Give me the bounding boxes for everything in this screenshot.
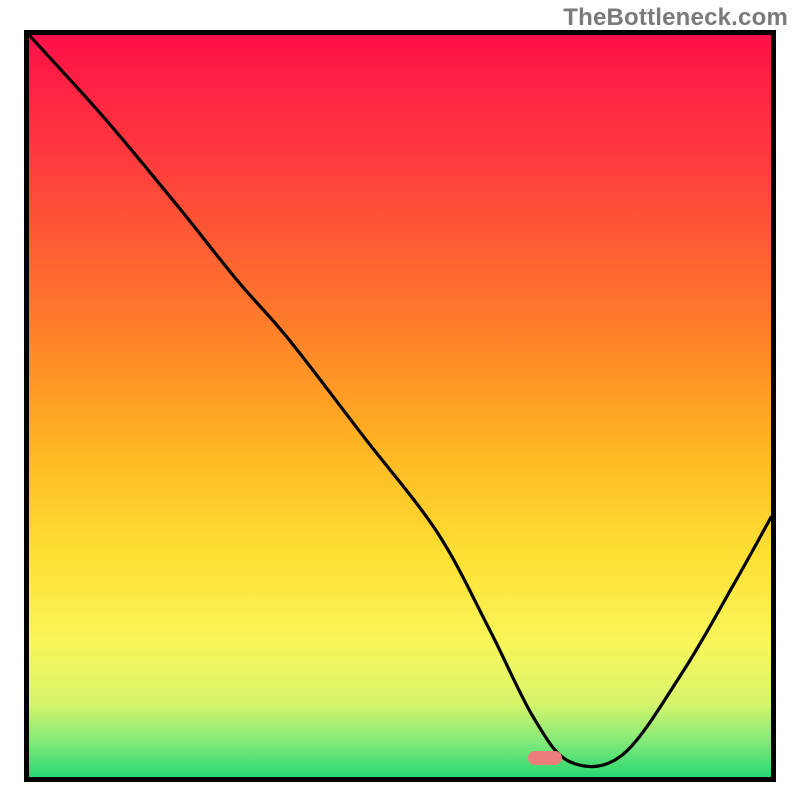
watermark-text: TheBottleneck.com: [563, 4, 788, 32]
plot-area: [29, 35, 771, 777]
curve-line: [29, 35, 771, 777]
plot-frame: [24, 30, 776, 782]
trough-marker: [528, 751, 562, 765]
